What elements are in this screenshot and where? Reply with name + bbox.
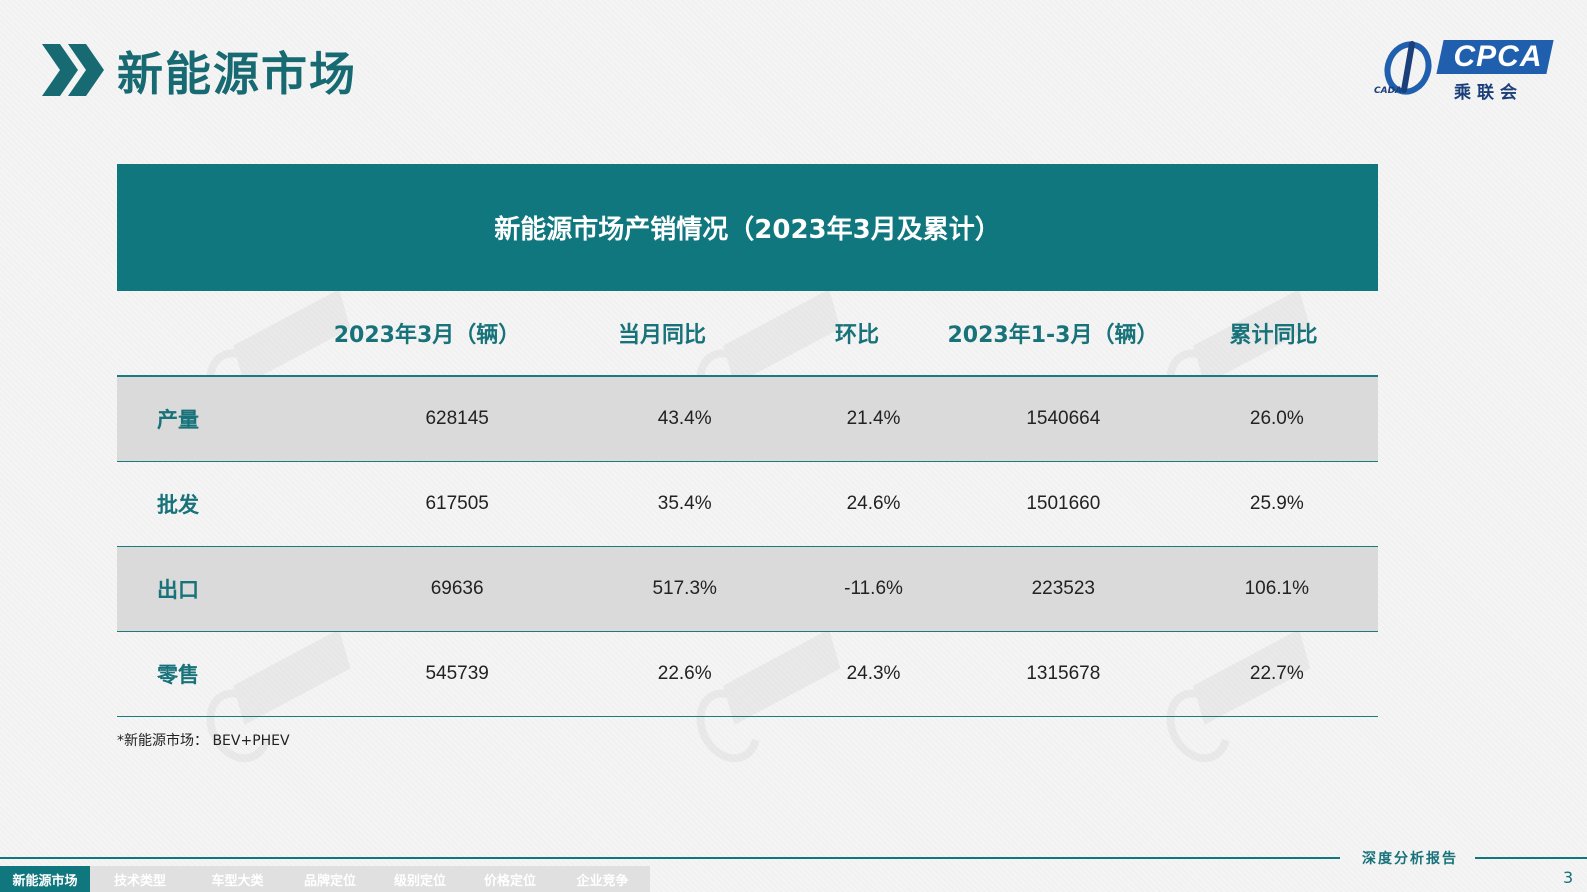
nav-item-vehicle-category[interactable]: 车型大类 [190,866,285,892]
table-header-cell: 2023年3月（辆） [307,317,547,349]
report-tag: 深度分析报告 [1362,851,1458,867]
nav-item-price-positioning[interactable]: 价格定位 [465,866,555,892]
table-cell: 24.3% [846,663,901,684]
table-cell: 545739 [425,663,489,684]
footnote: *新能源市场： BEV+PHEV [117,733,290,749]
table-cell: 628145 [425,408,489,429]
table-cell: 22.6% [657,663,712,684]
table-header-cell: 当月同比 [547,317,777,349]
table-header-text: 2023年1-3月（辆） [947,323,1159,348]
chevron-double-right-icon [42,44,104,96]
footer-divider [0,857,1340,859]
table-cell: 26.0% [1249,408,1304,429]
table-cell: 22.7% [1249,663,1304,684]
table-header-cell: 环比 [777,317,937,349]
nev-production-sales-table: 新能源市场产销情况（2023年3月及累计） 2023年3月（辆） 当月同比 环比… [117,164,1378,717]
page-title: 新能源市场 [117,47,357,101]
nav-item-class-positioning[interactable]: 级别定位 [375,866,465,892]
row-label: 产量 [157,408,199,432]
table-header-text: 当月同比 [617,323,706,348]
table-header-text: 累计同比 [1229,323,1318,348]
row-label: 出口 [157,578,199,602]
table-cell: 617505 [425,493,489,514]
row-label: 零售 [157,663,199,687]
table-cell: 25.9% [1249,493,1304,514]
row-label: 批发 [157,493,199,517]
table-header-cell: 2023年1-3月（辆） [937,317,1169,349]
table-header-text: 环比 [834,323,879,348]
page-number: 3 [1563,868,1574,887]
cpca-logo: CADA CPCA 乘联会 [1374,36,1554,103]
table-cell: 1315678 [1026,663,1101,684]
nav-item-tech-type[interactable]: 技术类型 [90,866,190,892]
table-cell: 24.6% [846,493,901,514]
table-cell: 517.3% [652,578,717,599]
nav-item-brand-positioning[interactable]: 品牌定位 [285,866,375,892]
table-cell: 35.4% [657,493,712,514]
table-cell: 223523 [1031,578,1095,599]
table-row: 出口 69636 517.3% -11.6% 223523 106.1% [117,547,1378,632]
table-row: 产量 628145 43.4% 21.4% 1540664 26.0% [117,377,1378,462]
table-cell: 21.4% [846,408,901,429]
section-nav: 新能源市场 技术类型 车型大类 品牌定位 级别定位 价格定位 企业竞争 [0,866,650,892]
footer-divider-right [1475,857,1587,859]
table-title: 新能源市场产销情况（2023年3月及累计） [117,164,1378,291]
table-header-row: 2023年3月（辆） 当月同比 环比 2023年1-3月（辆） 累计同比 [117,291,1378,377]
table-cell: 106.1% [1244,578,1310,599]
table-header-text: 2023年3月（辆） [333,323,521,348]
nav-item-enterprise-competition[interactable]: 企业竞争 [555,866,650,892]
logo-brand-cn: 乘联会 [1454,83,1523,103]
table-cell: 1501660 [1026,493,1101,514]
table-cell: 1540664 [1026,408,1101,429]
nav-item-nev-market[interactable]: 新能源市场 [0,866,90,892]
table-row: 批发 617505 35.4% 24.6% 1501660 25.9% [117,462,1378,547]
table-cell: -11.6% [844,578,903,599]
cada-emblem-text: CADA [1374,86,1403,96]
table-row: 零售 545739 22.6% 24.3% 1315678 22.7% [117,632,1378,717]
table-cell: 43.4% [657,408,712,429]
logo-brand-text: CPCA [1453,40,1543,73]
table-cell: 69636 [430,578,484,599]
table-header-cell: 累计同比 [1169,317,1378,349]
